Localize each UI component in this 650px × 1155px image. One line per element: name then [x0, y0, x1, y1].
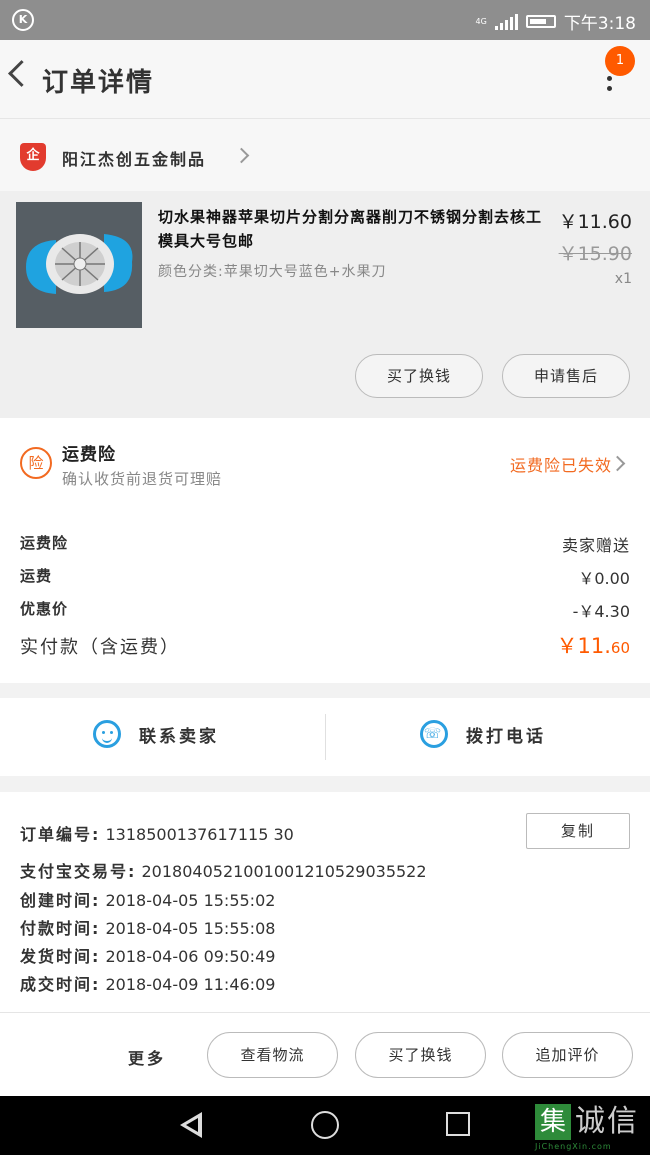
watermark-box: 集 — [535, 1104, 571, 1140]
status-bar: K 4G 下午3:18 — [0, 0, 650, 40]
order-number: 1318500137617115 30 — [105, 825, 294, 844]
resell-button[interactable]: 买了换钱 — [355, 1032, 486, 1078]
insurance-icon: 险 — [20, 447, 52, 479]
info-value: 2018-04-05 15:55:08 — [105, 919, 276, 938]
product-spec: 颜色分类:苹果切大号蓝色+水果刀 — [158, 264, 387, 280]
divider — [325, 714, 326, 760]
total-amount-cents: 60 — [610, 639, 630, 657]
app-header: 订单详情 1 — [0, 40, 650, 119]
fee-label: 运费险 — [20, 534, 69, 552]
apple-slicer-illustration — [16, 202, 142, 328]
shop-shield-icon: 企 — [20, 143, 46, 171]
app-logo-icon: K — [12, 9, 34, 31]
phone-icon: ☏ — [420, 720, 448, 748]
order-info: 订单编号: 1318500137617115 30 复制 支付宝交易号: 201… — [0, 792, 650, 1012]
contact-seller-button[interactable]: 联系卖家 — [93, 720, 219, 748]
total-amount-main: ￥11. — [556, 634, 611, 658]
product-card[interactable]: 切水果神器苹果切片分割分离器削刀不锈钢分割去核工模具大号包邮 颜色分类:苹果切大… — [0, 191, 650, 418]
page-title: 订单详情 — [42, 68, 155, 98]
nav-recent-apps-icon[interactable] — [446, 1112, 470, 1136]
info-value: 2018-04-05 15:55:02 — [105, 891, 276, 910]
fee-label: 优惠价 — [20, 600, 69, 618]
paid-time-line: 付款时间: 2018-04-05 15:55:08 — [20, 915, 275, 939]
watermark-url: JiChengXin.com — [535, 1142, 612, 1151]
info-label: 成交时间: — [20, 975, 101, 994]
shop-row[interactable]: 企 阳江杰创五金制品 — [0, 119, 650, 191]
insurance-status-link[interactable]: 运费险已失效 — [510, 452, 612, 476]
info-label: 支付宝交易号: — [20, 862, 137, 881]
nav-back-icon-inner — [186, 1118, 198, 1132]
add-review-button[interactable]: 追加评价 — [502, 1032, 633, 1078]
insurance-title: 运费险 — [62, 445, 116, 465]
info-label: 创建时间: — [20, 891, 101, 910]
nav-home-icon[interactable] — [311, 1111, 339, 1139]
fee-value: ￥0.00 — [578, 569, 630, 588]
after-sales-button[interactable]: 申请售后 — [502, 354, 630, 398]
info-label: 发货时间: — [20, 947, 101, 966]
more-menu-icon[interactable] — [605, 76, 613, 91]
product-image[interactable] — [16, 202, 142, 328]
status-indicators: 4G 下午3:18 — [476, 9, 636, 34]
fee-value: -￥4.30 — [572, 602, 630, 621]
insurance-subtitle: 确认收货前退货可理赔 — [62, 470, 223, 488]
battery-icon — [525, 15, 556, 28]
contact-bar: 联系卖家 ☏ 拨打电话 — [0, 698, 650, 776]
order-number-line: 订单编号: 1318500137617115 30 — [20, 821, 294, 845]
resell-button[interactable]: 买了换钱 — [355, 354, 483, 398]
shipped-time-line: 发货时间: 2018-04-06 09:50:49 — [20, 943, 275, 967]
chevron-right-icon — [609, 455, 626, 472]
info-label: 订单编号: — [20, 825, 101, 844]
chat-face-icon — [93, 720, 121, 748]
back-arrow-icon[interactable] — [8, 60, 35, 87]
product-original-price: ￥15.90 — [558, 243, 632, 265]
alipay-line: 支付宝交易号: 2018040521001001210529035522 — [20, 858, 427, 882]
view-logistics-button[interactable]: 查看物流 — [207, 1032, 338, 1078]
alipay-number: 2018040521001001210529035522 — [141, 862, 427, 881]
signal-icon — [494, 13, 518, 30]
shop-name: 阳江杰创五金制品 — [62, 150, 207, 169]
call-phone-button[interactable]: ☏ 拨打电话 — [420, 720, 546, 748]
product-price: ￥11.60 — [558, 211, 632, 233]
network-type: 4G — [475, 16, 487, 26]
call-phone-label: 拨打电话 — [466, 726, 546, 747]
more-button[interactable]: 更多 — [128, 1045, 166, 1069]
total-label: 实付款（含运费） — [20, 637, 180, 658]
contact-seller-label: 联系卖家 — [139, 726, 219, 747]
total-amount: ￥11.60 — [557, 630, 631, 660]
copy-button[interactable]: 复制 — [526, 813, 630, 849]
completed-time-line: 成交时间: 2018-04-09 11:46:09 — [20, 971, 275, 995]
fee-value: 卖家赠送 — [561, 536, 630, 555]
notification-badge: 1 — [605, 46, 635, 76]
info-label: 付款时间: — [20, 919, 101, 938]
created-time-line: 创建时间: 2018-04-05 15:55:02 — [20, 887, 275, 911]
info-value: 2018-04-06 09:50:49 — [105, 947, 276, 966]
product-quantity: x1 — [614, 271, 632, 287]
watermark-logo: 集 诚信 JiChengXin.com — [535, 1104, 648, 1152]
bottom-action-bar: 更多 查看物流 买了换钱 追加评价 — [0, 1012, 650, 1097]
product-title: 切水果神器苹果切片分割分离器削刀不锈钢分割去核工模具大号包邮 — [158, 208, 543, 250]
watermark-text: 诚信 — [575, 1104, 639, 1139]
fee-label: 运费 — [20, 567, 53, 585]
status-time: 下午3:18 — [563, 14, 636, 34]
chevron-right-icon — [233, 147, 250, 164]
info-value: 2018-04-09 11:46:09 — [105, 975, 276, 994]
payment-summary: 险 运费险 确认收货前退货可理赔 运费险已失效 运费险 卖家赠送 运费 ￥0.0… — [0, 418, 650, 683]
